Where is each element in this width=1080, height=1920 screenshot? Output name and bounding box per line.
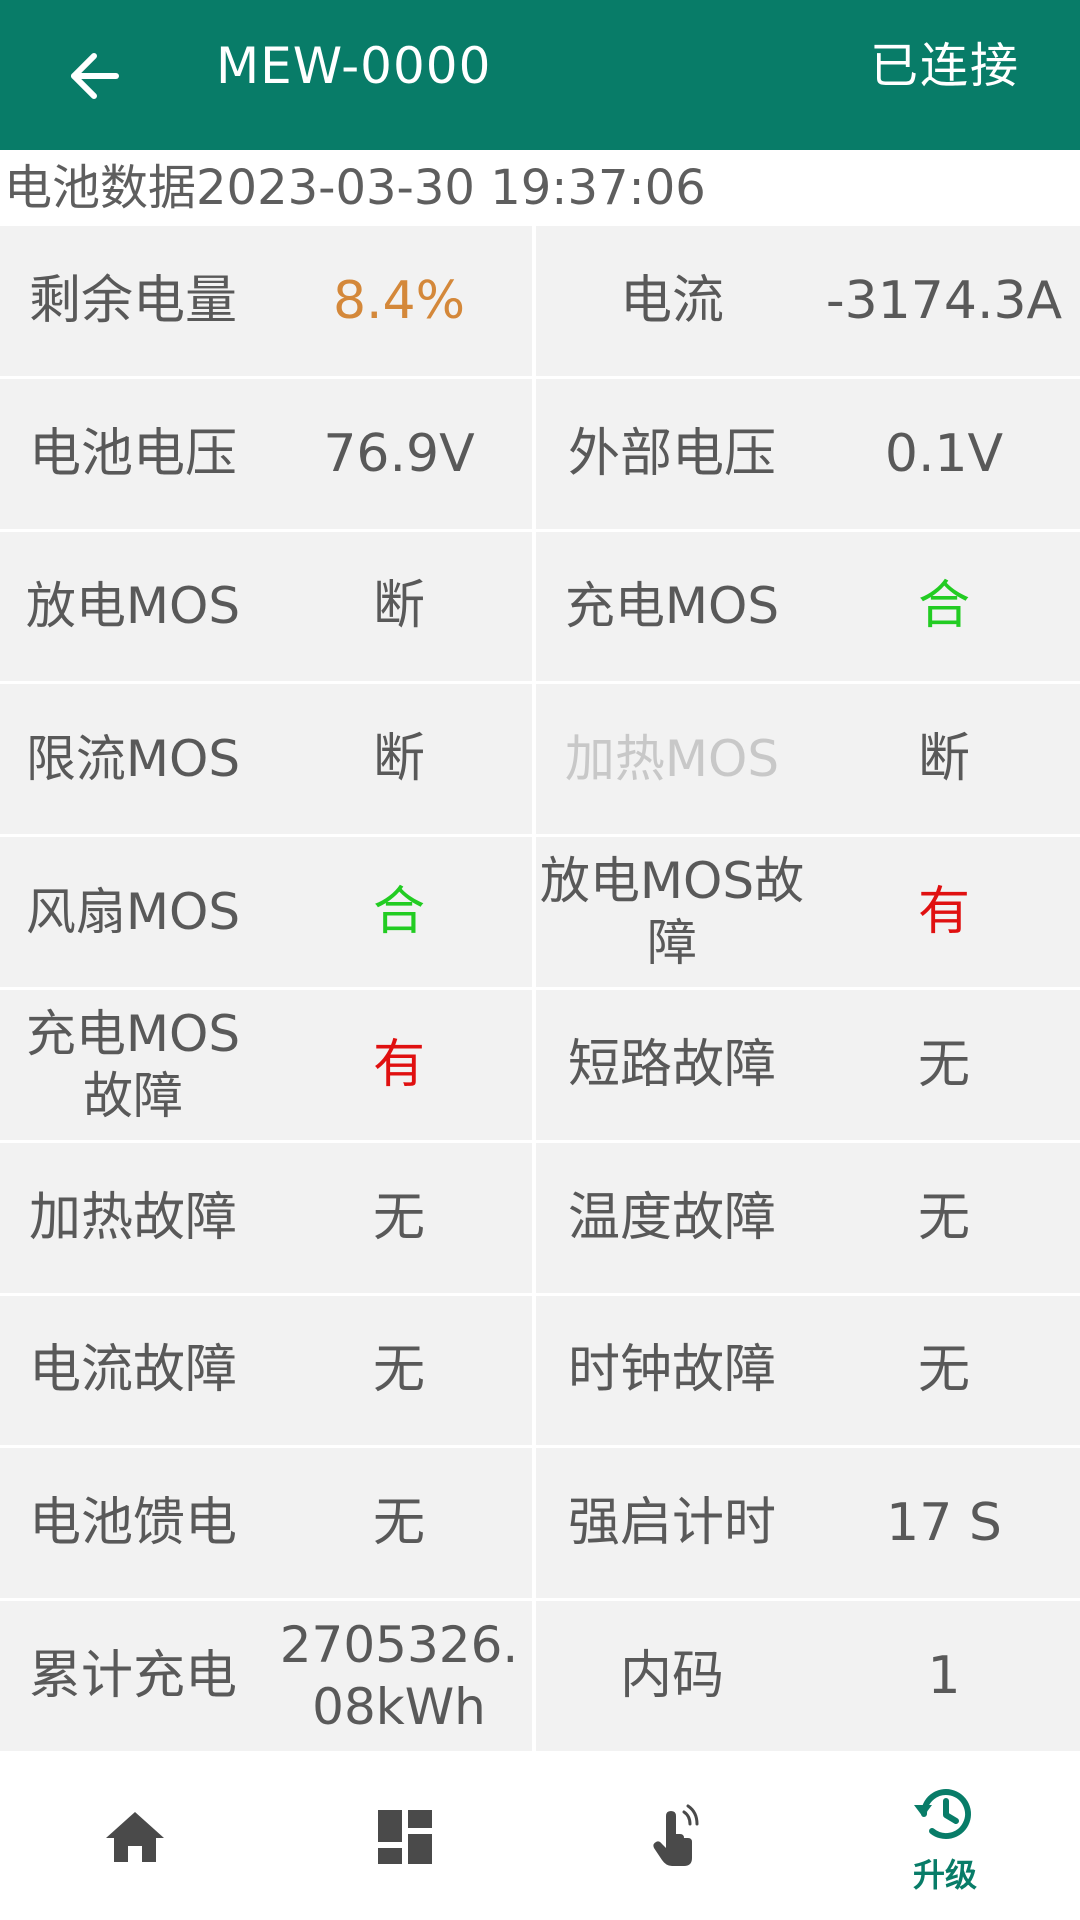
upgrade-history-icon bbox=[914, 1789, 971, 1840]
cell-heating-fault: 加热故障 无 bbox=[0, 1142, 536, 1296]
cell-label: 温度故障 bbox=[567, 1187, 776, 1248]
cell-battery-voltage: 电池电压 76.9V bbox=[0, 378, 536, 532]
arrow-left-icon bbox=[71, 53, 119, 99]
cell-internal-code: 内码 1 bbox=[536, 1601, 1080, 1754]
cell-remaining-capacity: 剩余电量 8.4% bbox=[0, 226, 536, 379]
cell-charge-mos: 充电MOS 合 bbox=[536, 531, 1080, 685]
battery-data-timestamp: 电池数据2023-03-30 19:37:06 bbox=[0, 150, 1080, 226]
cell-value: 无 bbox=[372, 1187, 425, 1248]
cell-value: 合 bbox=[372, 882, 425, 943]
cell-value: 无 bbox=[917, 1340, 970, 1401]
cell-label: 放电MOS故障 bbox=[539, 852, 805, 973]
cell-temperature-fault: 温度故障 无 bbox=[536, 1142, 1080, 1296]
device-title: MEW-0000 bbox=[216, 37, 492, 95]
cell-charge-mos-fault: 充电MOS故障 有 bbox=[0, 989, 536, 1143]
cell-external-voltage: 外部电压 0.1V bbox=[536, 378, 1080, 532]
cell-label: 充电MOS故障 bbox=[25, 1004, 241, 1125]
nav-home[interactable] bbox=[0, 1754, 270, 1920]
battery-data-grid: 剩余电量 8.4% 电流 -3174.3A 电池电压 76.9V 外部电压 0.… bbox=[0, 226, 1080, 1754]
cell-current-limit-mos: 限流MOS 断 bbox=[0, 684, 536, 838]
cell-value: 断 bbox=[372, 576, 425, 637]
cell-value: 有 bbox=[372, 1034, 425, 1095]
cell-label: 强启计时 bbox=[567, 1493, 776, 1554]
cell-label: 限流MOS bbox=[25, 730, 241, 789]
cell-value: 8.4% bbox=[332, 270, 466, 331]
cell-value: 2705326.08kWh bbox=[279, 1616, 519, 1737]
cell-label: 内码 bbox=[619, 1646, 724, 1707]
cell-short-circuit-fault: 短路故障 无 bbox=[536, 989, 1080, 1143]
cell-label: 累计充电 bbox=[28, 1646, 237, 1707]
cell-value: 17 S bbox=[886, 1493, 1002, 1554]
cell-label: 风扇MOS bbox=[25, 883, 241, 942]
cell-current: 电流 -3174.3A bbox=[536, 226, 1080, 379]
cell-label: 电池电压 bbox=[28, 423, 237, 484]
cell-value: 有 bbox=[917, 882, 970, 943]
nav-upgrade[interactable]: 升级 bbox=[810, 1754, 1080, 1920]
cell-value: 无 bbox=[372, 1340, 425, 1401]
cell-label: 加热MOS bbox=[564, 730, 780, 789]
cell-value: -3174.3A bbox=[825, 270, 1063, 331]
cell-discharge-mos: 放电MOS 断 bbox=[0, 531, 536, 685]
cell-label: 放电MOS bbox=[25, 577, 241, 636]
top-app-bar: MEW-0000 已连接 bbox=[0, 0, 1080, 150]
cell-current-fault: 电流故障 无 bbox=[0, 1295, 536, 1449]
cell-value: 无 bbox=[372, 1493, 425, 1554]
cell-label: 外部电压 bbox=[567, 423, 776, 484]
touch-hand-icon bbox=[653, 1804, 699, 1866]
cell-heating-mos: 加热MOS 断 bbox=[536, 684, 1080, 838]
cell-cumulative-charge: 累计充电 2705326.08kWh bbox=[0, 1601, 536, 1754]
back-button[interactable] bbox=[48, 30, 140, 122]
cell-discharge-mos-fault: 放电MOS故障 有 bbox=[536, 837, 1080, 990]
cell-value: 76.9V bbox=[323, 423, 475, 484]
cell-value: 0.1V bbox=[884, 423, 1004, 484]
cell-fan-mos: 风扇MOS 合 bbox=[0, 837, 536, 990]
nav-upgrade-label: 升级 bbox=[912, 1856, 977, 1894]
cell-value: 断 bbox=[372, 729, 425, 790]
cell-value: 1 bbox=[927, 1646, 961, 1707]
cell-value: 无 bbox=[917, 1034, 970, 1095]
cell-battery-feed: 电池馈电 无 bbox=[0, 1448, 536, 1602]
cell-label: 电流故障 bbox=[28, 1340, 237, 1401]
connection-status: 已连接 bbox=[869, 38, 1020, 94]
cell-label: 短路故障 bbox=[567, 1034, 776, 1095]
cell-label: 加热故障 bbox=[28, 1187, 237, 1248]
nav-dashboard[interactable] bbox=[270, 1754, 540, 1920]
cell-label: 时钟故障 bbox=[567, 1340, 776, 1401]
cell-force-start-timer: 强启计时 17 S bbox=[536, 1448, 1080, 1602]
app-root: MEW-0000 已连接 电池数据2023-03-30 19:37:06 剩余电… bbox=[0, 0, 1080, 1920]
cell-label: 充电MOS bbox=[564, 577, 780, 636]
nav-touch[interactable] bbox=[540, 1754, 810, 1920]
cell-clock-fault: 时钟故障 无 bbox=[536, 1295, 1080, 1449]
home-icon bbox=[106, 1812, 164, 1862]
cell-value: 断 bbox=[917, 729, 970, 790]
cell-label: 电池馈电 bbox=[28, 1493, 237, 1554]
cell-label: 剩余电量 bbox=[28, 270, 237, 331]
dashboard-icon bbox=[378, 1810, 432, 1864]
cell-label: 电流 bbox=[619, 270, 724, 331]
cell-value: 无 bbox=[917, 1187, 970, 1248]
bottom-navigation: 升级 bbox=[0, 1754, 1080, 1920]
cell-value: 合 bbox=[917, 576, 970, 637]
